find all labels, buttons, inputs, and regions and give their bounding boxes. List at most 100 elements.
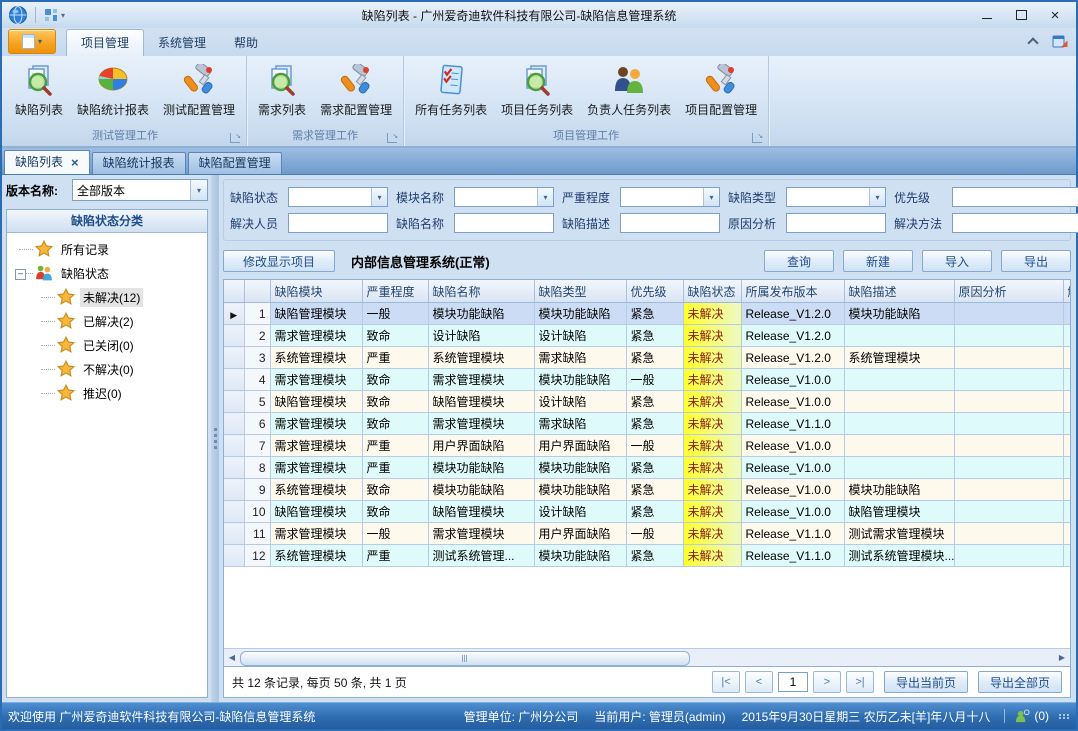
cell[interactable]: 需求管理模块	[428, 369, 534, 391]
ribbon-button-需求配置管理[interactable]: 需求配置管理	[313, 61, 399, 120]
cell[interactable]: 系统管理模块	[428, 347, 534, 369]
filter-select-严重程度[interactable]: ▾	[620, 187, 720, 207]
cell[interactable]: 严重	[362, 457, 428, 479]
row-number[interactable]: 8	[244, 457, 270, 479]
cell[interactable]: 紧急	[626, 545, 683, 567]
cell[interactable]: 模块功能缺陷	[534, 457, 626, 479]
cell[interactable]: 紧急	[626, 391, 683, 413]
cell[interactable]: 需求管理模块	[270, 369, 362, 391]
cell[interactable]: 测试需求管理模块	[844, 523, 954, 545]
cell[interactable]: 系统管理模块	[270, 479, 362, 501]
status-cell[interactable]: 未解决	[683, 303, 741, 325]
chevron-down-icon[interactable]: ▾	[703, 188, 719, 206]
minimize-button[interactable]	[970, 5, 1004, 25]
cell[interactable]: Release_V1.0.0	[741, 435, 844, 457]
row-number[interactable]: 4	[244, 369, 270, 391]
filter-input[interactable]	[289, 189, 371, 205]
cell[interactable]: 模块功能缺陷	[534, 303, 626, 325]
grid-row-8[interactable]: 8需求管理模块严重模块功能缺陷模块功能缺陷紧急未解决Release_V1.0.0	[224, 457, 1071, 479]
cell[interactable]: 需求管理模块	[428, 523, 534, 545]
filter-input-原因分析[interactable]	[786, 213, 886, 233]
ribbon-tab-system[interactable]: 系统管理	[144, 30, 220, 56]
row-number[interactable]: 1	[244, 303, 270, 325]
grid-row-2[interactable]: 2需求管理模块致命设计缺陷设计缺陷紧急未解决Release_V1.2.0	[224, 325, 1071, 347]
cell[interactable]	[954, 545, 1063, 567]
filter-input[interactable]	[455, 215, 553, 231]
cell[interactable]: 用户界面缺陷	[428, 435, 534, 457]
close-button[interactable]: ×	[1038, 5, 1072, 25]
ribbon-button-所有任务列表[interactable]: 所有任务列表	[408, 61, 494, 120]
cell[interactable]: 紧急	[626, 303, 683, 325]
cell[interactable]	[844, 435, 954, 457]
grid-row-9[interactable]: 9系统管理模块致命模块功能缺陷模块功能缺陷紧急未解决Release_V1.0.0…	[224, 479, 1071, 501]
filter-input[interactable]	[289, 215, 387, 231]
next-page-button[interactable]: >	[813, 671, 841, 693]
cell[interactable]	[954, 347, 1063, 369]
cell[interactable]: 需求管理模块	[270, 325, 362, 347]
cell[interactable]: 紧急	[626, 347, 683, 369]
chevron-down-icon[interactable]: ▾	[371, 188, 387, 206]
cell[interactable]: 紧急	[626, 501, 683, 523]
status-cell[interactable]: 未解决	[683, 501, 741, 523]
filter-input[interactable]	[787, 189, 869, 205]
cell[interactable]: 缺陷管理模块	[270, 501, 362, 523]
grid-row-6[interactable]: 6需求管理模块致命需求管理模块需求缺陷紧急未解决Release_V1.1.0	[224, 413, 1071, 435]
cell[interactable]: Release_V1.1.0	[741, 523, 844, 545]
row-number[interactable]: 2	[244, 325, 270, 347]
status-cell[interactable]: 未解决	[683, 347, 741, 369]
cell[interactable]: Release_V1.2.0	[741, 303, 844, 325]
last-page-button[interactable]: >|	[846, 671, 874, 693]
grid-row-12[interactable]: 12系统管理模块严重测试系统管理...模块功能缺陷紧急未解决Release_V1…	[224, 545, 1071, 567]
cell[interactable]: 用户界面缺陷	[534, 523, 626, 545]
cell[interactable]: Release_V1.2.0	[741, 325, 844, 347]
horizontal-scrollbar[interactable]: ◀ ▶	[224, 648, 1070, 666]
filter-input-解决人员[interactable]	[288, 213, 388, 233]
cell[interactable]	[844, 369, 954, 391]
filter-select-缺陷状态[interactable]: ▾	[288, 187, 388, 207]
status-cell[interactable]: 未解决	[683, 523, 741, 545]
ribbon-button-缺陷统计报表[interactable]: 缺陷统计报表	[70, 61, 156, 120]
cell[interactable]: 模块功能缺陷	[844, 479, 954, 501]
cell[interactable]: 需求管理模块	[428, 413, 534, 435]
query-button[interactable]: 查询	[764, 250, 834, 272]
cell[interactable]	[954, 523, 1063, 545]
cell[interactable]: 模块功能缺陷	[428, 479, 534, 501]
cell[interactable]	[1063, 545, 1071, 567]
grid-row-10[interactable]: 10缺陷管理模块致命缺陷管理模块设计缺陷紧急未解决Release_V1.0.0缺…	[224, 501, 1071, 523]
cell[interactable]: Release_V1.0.0	[741, 501, 844, 523]
cell[interactable]: 缺陷管理模块	[270, 303, 362, 325]
chevron-down-icon[interactable]: ▾	[537, 188, 553, 206]
tree-item-缺陷状态[interactable]: 缺陷状态 –	[13, 261, 207, 285]
tree-item-已解决(2)[interactable]: 已解决(2)	[13, 309, 207, 333]
grid-row-4[interactable]: 4需求管理模块致命需求管理模块模块功能缺陷一般未解决Release_V1.0.0	[224, 369, 1071, 391]
filter-input-缺陷名称[interactable]	[454, 213, 554, 233]
row-number[interactable]: 12	[244, 545, 270, 567]
cell[interactable]: 用户界面缺陷	[534, 435, 626, 457]
doc-tab-defect-report[interactable]: 缺陷统计报表	[92, 152, 186, 174]
first-page-button[interactable]: |<	[712, 671, 740, 693]
grid-row-3[interactable]: 3系统管理模块严重系统管理模块需求缺陷紧急未解决Release_V1.2.0系统…	[224, 347, 1071, 369]
row-number[interactable]: 10	[244, 501, 270, 523]
filter-select-缺陷类型[interactable]: ▾	[786, 187, 886, 207]
cell[interactable]: 紧急	[626, 325, 683, 347]
cell[interactable]: Release_V1.1.0	[741, 545, 844, 567]
filter-select-优先级[interactable]: ▾	[952, 187, 1078, 207]
chevron-down-icon[interactable]: ▾	[190, 180, 207, 200]
status-cell[interactable]: 未解决	[683, 457, 741, 479]
cell[interactable]: 严重	[362, 347, 428, 369]
ribbon-button-缺陷列表[interactable]: 缺陷列表	[8, 61, 70, 120]
cell[interactable]: 致命	[362, 479, 428, 501]
cell[interactable]: 需求缺陷	[534, 413, 626, 435]
cell[interactable]	[1063, 413, 1071, 435]
tab-close-icon[interactable]: ×	[71, 156, 79, 169]
tree-item-已关闭(0)[interactable]: 已关闭(0)	[13, 333, 207, 357]
row-number[interactable]: 3	[244, 347, 270, 369]
cell[interactable]	[954, 369, 1063, 391]
row-number[interactable]: 7	[244, 435, 270, 457]
grid-row-5[interactable]: 5缺陷管理模块致命缺陷管理模块设计缺陷紧急未解决Release_V1.0.0	[224, 391, 1071, 413]
tree-item-不解决(0)[interactable]: 不解决(0)	[13, 357, 207, 381]
cell[interactable]: 测试系统管理...	[428, 545, 534, 567]
cell[interactable]	[1063, 523, 1071, 545]
filter-input-缺陷描述[interactable]	[620, 213, 720, 233]
cell[interactable]	[844, 325, 954, 347]
